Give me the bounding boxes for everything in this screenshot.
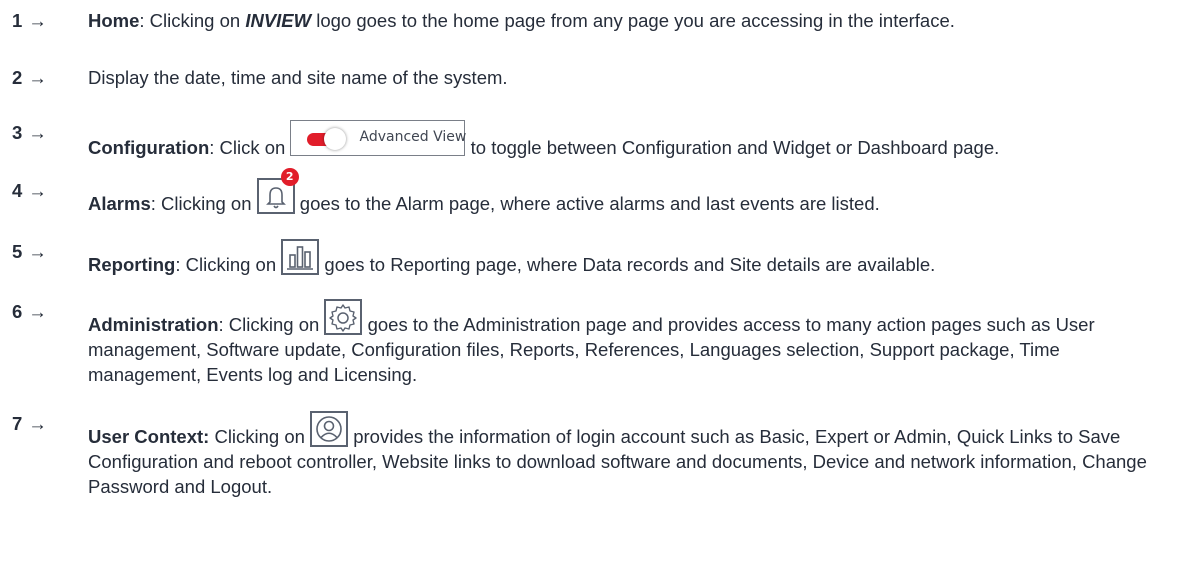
gear-icon [329, 304, 358, 332]
item-number: 2 → [12, 67, 47, 88]
arrow-icon: → [28, 67, 47, 88]
alarm-button[interactable]: 2 [256, 168, 299, 214]
item-text: Administration: Clicking on goes to the … [88, 299, 1178, 387]
item-text: Configuration: Click on Advanced View to… [88, 120, 1178, 160]
item-text: Reporting: Clicking on goes to Reporting… [88, 239, 1178, 277]
item-number: 6 → [12, 301, 47, 322]
item-title: Administration [88, 314, 219, 335]
reporting-button[interactable] [281, 239, 320, 275]
arrow-icon: → [28, 10, 47, 31]
item-text: User Context: Clicking on provides the i… [88, 411, 1178, 499]
toggle-knob [324, 128, 347, 150]
toggle-label: Advanced View [359, 129, 467, 145]
item-title: Reporting [88, 254, 176, 275]
item-number: 4 → [12, 180, 47, 201]
arrow-icon: → [28, 413, 47, 434]
user-context-button[interactable] [310, 411, 349, 447]
arrow-icon: → [28, 301, 47, 322]
item-text: Display the date, time and site name of … [88, 67, 508, 88]
user-icon [316, 416, 342, 442]
item-number: 7 → [12, 413, 47, 434]
item-text: Home: Clicking on INVIEW logo goes to th… [88, 10, 955, 31]
item-title: Alarms [88, 193, 151, 214]
administration-button[interactable] [324, 299, 363, 335]
item-number: 1 → [12, 10, 47, 31]
alarm-count-badge: 2 [280, 168, 299, 186]
item-number: 3 → [12, 122, 47, 143]
item-title: Configuration [88, 137, 210, 158]
advanced-view-toggle[interactable]: Advanced View [290, 120, 467, 156]
arrow-icon: → [28, 241, 47, 262]
arrow-icon: → [28, 122, 47, 143]
item-title: User Context: [88, 426, 210, 447]
arrow-icon: → [28, 180, 47, 201]
bar-chart-icon [287, 246, 314, 270]
item-text: Alarms: Clicking on 2 goes to the Alarm … [88, 168, 880, 214]
inview-brand: INVIEW [245, 10, 312, 31]
item-title: Home [88, 10, 140, 31]
item-number: 5 → [12, 241, 47, 262]
